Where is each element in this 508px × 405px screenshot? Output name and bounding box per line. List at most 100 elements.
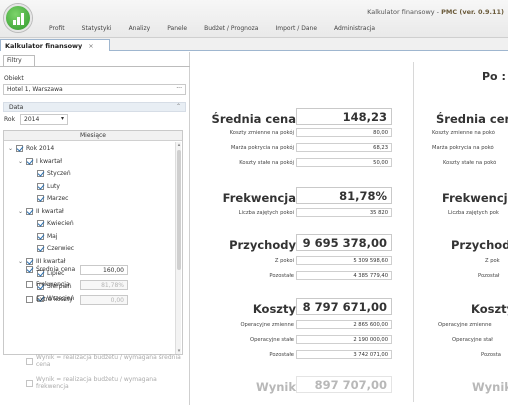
menu-item-budzet[interactable]: Budżet / Prognoza <box>204 25 258 32</box>
tree-item[interactable]: Czerwiec <box>29 243 74 254</box>
close-icon[interactable]: × <box>88 42 93 50</box>
expand-icon[interactable]: ⌄ <box>8 145 16 152</box>
after-revenue-label: Przychody <box>451 238 508 252</box>
date-group-header[interactable]: Data ⌃ <box>3 102 186 112</box>
year-select[interactable]: 2014 ▾ <box>20 114 68 125</box>
avg-price-value: 148,23 <box>296 108 392 125</box>
costs-label: Koszty <box>252 302 296 316</box>
tree-item[interactable]: Styczeń <box>29 168 71 179</box>
tree-item[interactable]: ⌄ II kwartał <box>18 206 64 217</box>
expand-icon[interactable]: ⌄ <box>18 208 26 215</box>
title-bar: Kalkulator finansowy - PMC (ver. 0.9.11)… <box>0 0 508 38</box>
other-revenue-value: 4 385 779,40 <box>296 271 392 280</box>
more-icon[interactable]: ··· <box>176 85 182 92</box>
tree-item-checkbox[interactable] <box>37 170 44 177</box>
tree-item-label: Marzec <box>47 195 69 202</box>
after-fixed-cost-label: Koszty stałe na pokó <box>443 160 497 166</box>
year-label: Rok <box>4 116 16 123</box>
tree-item-checkbox[interactable] <box>26 157 33 165</box>
result-price-label: Wynik = realizacja budżetu / wymagana śr… <box>36 354 181 368</box>
avg-price-input[interactable]: 160,00 <box>80 265 128 275</box>
months-tree: Miesiące ⌄ Rok 2014 ⌄ I kwartał Styczeń Luty M… <box>3 130 183 355</box>
expand-icon[interactable]: ⌄ <box>18 158 26 165</box>
after-costs-label: Koszty <box>471 302 508 316</box>
occupancy-input[interactable]: 81,78% <box>80 280 128 290</box>
occupancy-checkbox[interactable] <box>26 281 33 288</box>
tree-item-label: Kwiecień <box>47 220 74 227</box>
result-occupancy-label: Wynik = realizacja budżetu / wymagana fr… <box>36 376 157 390</box>
tab-kalkulator-finansowy[interactable]: Kalkulator finansowy × <box>0 39 110 51</box>
after-result-label: Wynik <box>472 380 508 394</box>
tree-item[interactable]: ⌄ III kwartał <box>18 256 65 267</box>
scroll-up-icon[interactable]: ▴ <box>176 142 182 148</box>
avg-price-checkbox[interactable] <box>26 266 33 273</box>
app-logo-icon[interactable] <box>4 4 32 32</box>
menu-item-statystyki[interactable]: Statystyki <box>82 25 112 32</box>
option-avg-price: Średnia cena <box>26 266 75 273</box>
menu-item-panele[interactable]: Panele <box>167 25 187 32</box>
avg-price-option-label: Średnia cena <box>36 266 76 273</box>
result-label: Wynik <box>256 380 296 394</box>
tree-item-label: Maj <box>47 232 58 240</box>
extra-costs-option-label: Extra koszty <box>36 296 73 303</box>
menu-item-analizy[interactable]: Analizy <box>129 25 151 32</box>
tree-item[interactable]: ⌄ Rok 2014 <box>8 143 54 154</box>
after-variable-cost-label: Koszty zmienne na pokó <box>432 130 495 136</box>
menu-item-import[interactable]: Import / Dane <box>275 25 317 32</box>
expand-icon[interactable]: ⌄ <box>18 258 26 265</box>
op-fixed-value: 2 190 000,00 <box>296 335 392 344</box>
result-option-price: Wynik = realizacja budżetu / wymagana śr… <box>26 354 186 368</box>
tree-scrollbar[interactable]: ▴ ▾ <box>175 142 181 354</box>
occupancy-label: Frekwencja <box>222 191 296 205</box>
after-op-variable-label: Operacyjne zmienne <box>438 322 492 328</box>
tab-filtry[interactable]: Filtry <box>3 55 35 66</box>
occupancy-value: 81,78% <box>296 187 392 204</box>
after-other-costs-label: Pozosta <box>481 352 501 358</box>
tree-item[interactable]: Luty <box>29 181 60 192</box>
filters-panel: Filtry Obiekt Hotel 1, Warszawa ··· Data… <box>0 52 190 405</box>
tree-item-label: II kwartał <box>36 207 64 215</box>
margin-label: Marża pokrycia na pokój <box>230 145 294 151</box>
tree-item-checkbox[interactable] <box>26 207 33 215</box>
tree-item[interactable]: Marzec <box>29 193 68 204</box>
tree-item-checkbox[interactable] <box>37 195 44 202</box>
object-field[interactable]: Hotel 1, Warszawa ··· <box>3 84 186 95</box>
after-occupied-rooms-label: Liczba zajętych pok <box>448 210 499 216</box>
panel-divider <box>0 66 190 67</box>
tree-item-checkbox[interactable] <box>37 245 44 252</box>
tree-item-checkbox[interactable] <box>37 232 44 240</box>
fixed-cost-value: 50,00 <box>296 158 392 167</box>
result-value: 897 707,00 <box>296 376 392 393</box>
after-header: Po : <box>482 70 506 83</box>
ribbon-menu: Profit Statystyki Analizy Panele Budżet … <box>32 25 375 32</box>
menu-item-profit[interactable]: Profit <box>49 25 65 32</box>
tree-item-checkbox[interactable] <box>16 145 23 152</box>
after-occupancy-label: Frekwencja <box>442 191 508 205</box>
tree-item[interactable]: Kwiecień <box>29 218 74 229</box>
option-occupancy: Frekwencja <box>26 281 70 288</box>
after-room-revenue-label: Z pok <box>485 258 500 264</box>
scroll-thumb[interactable] <box>177 150 181 270</box>
avg-price-label: Średnia cena <box>211 112 296 126</box>
variable-cost-label: Koszty zmienne na pokój <box>229 130 294 136</box>
tree-item-label: Luty <box>47 182 60 190</box>
tree-item[interactable]: Maj <box>29 231 58 242</box>
extra-costs-input[interactable]: 0,00 <box>80 295 128 305</box>
extra-costs-checkbox[interactable] <box>26 296 33 303</box>
tree-item[interactable]: ⌄ I kwartał <box>18 156 62 167</box>
tree-item-checkbox[interactable] <box>26 257 33 265</box>
menu-item-administracja[interactable]: Administracja <box>334 25 375 32</box>
room-revenue-value: 5 309 598,60 <box>296 256 392 265</box>
occupancy-option-label: Frekwencja <box>36 281 70 288</box>
chevron-down-icon: ▾ <box>60 115 64 122</box>
object-label: Obiekt <box>4 75 24 82</box>
op-fixed-label: Operacyjne stałe <box>250 337 294 343</box>
after-other-revenue-label: Pozostał <box>478 273 500 279</box>
tree-item-checkbox[interactable] <box>37 220 44 227</box>
tree-item-label: Rok 2014 <box>26 145 55 152</box>
collapse-icon[interactable]: ⌃ <box>176 103 181 110</box>
tree-item-checkbox[interactable] <box>37 182 44 190</box>
tree-header: Miesiące <box>4 131 182 141</box>
room-revenue-label: Z pokoi <box>274 258 294 264</box>
tree-item-label: Czerwiec <box>47 245 75 252</box>
